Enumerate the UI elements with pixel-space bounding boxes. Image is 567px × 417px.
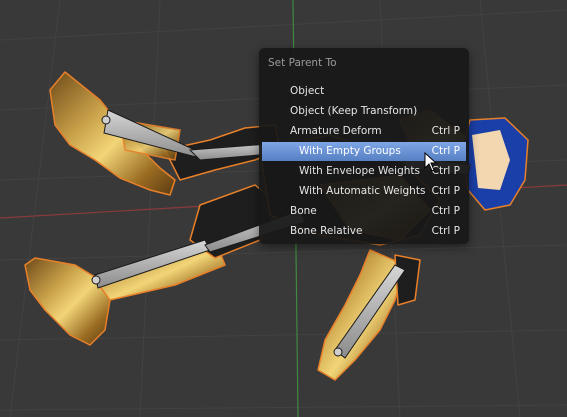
menu-item-label: With Automatic Weights xyxy=(299,185,426,197)
menu-item-label: Bone Relative xyxy=(290,225,363,237)
menu-item-label: Object (Keep Transform) xyxy=(290,105,418,117)
menu-title: Set Parent To xyxy=(268,57,337,69)
menu-item-object[interactable]: Object xyxy=(262,82,466,101)
menu-item-label: With Envelope Weights xyxy=(299,165,420,177)
menu-item-label: With Empty Groups xyxy=(299,145,401,157)
menu-item-with-automatic-weights[interactable]: With Automatic Weights Ctrl P xyxy=(262,182,466,201)
menu-item-object-keep-transform[interactable]: Object (Keep Transform) xyxy=(262,102,466,121)
set-parent-menu: Set Parent To Object Object (Keep Transf… xyxy=(259,48,469,244)
mouse-cursor-icon xyxy=(424,152,438,172)
menu-item-shortcut: Ctrl P xyxy=(431,185,460,197)
menu-item-shortcut: Ctrl P xyxy=(431,125,460,137)
menu-item-bone-relative[interactable]: Bone Relative Ctrl P xyxy=(262,222,466,241)
menu-item-shortcut: Ctrl P xyxy=(431,225,460,237)
menu-item-label: Bone xyxy=(290,205,317,217)
menu-item-bone[interactable]: Bone Ctrl P xyxy=(262,202,466,221)
menu-item-shortcut: Ctrl P xyxy=(431,205,460,217)
menu-item-label: Object xyxy=(290,85,325,97)
menu-item-armature-deform[interactable]: Armature Deform Ctrl P xyxy=(262,122,466,141)
menu-item-label: Armature Deform xyxy=(290,125,382,137)
